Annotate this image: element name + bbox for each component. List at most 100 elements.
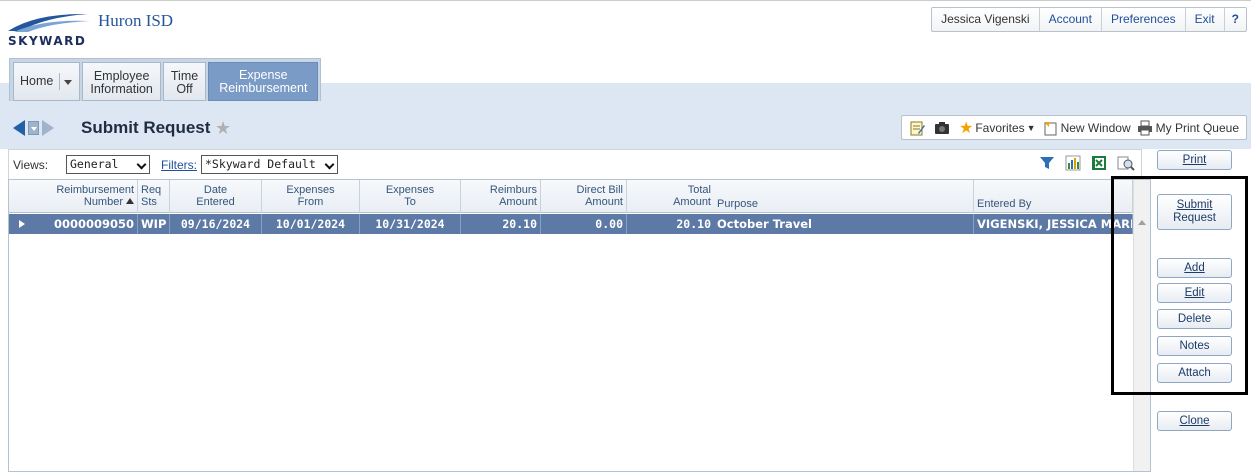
- favorites-star-icon: ★: [958, 119, 974, 137]
- highlight-annotation-box: [1111, 176, 1248, 395]
- column-header-total-amount[interactable]: Total Amount: [627, 180, 714, 213]
- chevron-down-icon: [324, 159, 335, 170]
- cell-entered-by: VIGENSKI, JESSICA MARIE: [974, 214, 1133, 234]
- chevron-down-icon: [136, 159, 147, 170]
- column-header-number[interactable]: Reimbursement Number: [9, 180, 138, 213]
- tab-employee-information-label: Employee Information: [90, 69, 153, 96]
- user-name: Jessica Vigenski: [932, 8, 1040, 31]
- column-header-line: Req: [141, 184, 162, 196]
- cell-reimburs-amount: 20.10: [461, 214, 541, 234]
- new-window-button[interactable]: New Window: [1039, 120, 1134, 136]
- cell-expenses-from: 10/01/2024: [262, 214, 360, 234]
- column-header-entered-by[interactable]: Entered By: [974, 180, 1133, 213]
- column-header-text: Number: [83, 196, 123, 208]
- cell-total-amount: 20.10: [676, 217, 711, 231]
- column-header-line: From: [297, 196, 324, 208]
- clone-button[interactable]: Clone: [1157, 411, 1232, 431]
- column-header-reimburs-amount[interactable]: Reimburs Amount: [461, 180, 541, 213]
- new-window-label: New Window: [1060, 120, 1131, 135]
- column-header-line: Reimbursement: [56, 184, 134, 196]
- cell-direct-bill-amount: 0.00: [541, 214, 627, 234]
- skyward-logo: SKYWARD: [6, 11, 92, 49]
- column-header-direct-bill-amount[interactable]: Direct Bill Amount: [541, 180, 627, 213]
- toolbar: ★ Favorites ▼ New Window My Print Queue: [900, 115, 1247, 140]
- views-select-value: General: [70, 157, 119, 171]
- help-icon[interactable]: ?: [1225, 8, 1246, 31]
- column-header-line: Reimburs: [489, 184, 537, 196]
- favorite-star-icon[interactable]: ★: [215, 119, 231, 137]
- cell-purpose: October Travel: [714, 214, 974, 234]
- column-header-expenses-from[interactable]: Expenses From: [262, 180, 360, 213]
- column-header-line: Total: [687, 184, 711, 196]
- column-header-line: To: [404, 196, 416, 208]
- camera-icon: [934, 121, 949, 134]
- print-queue-button[interactable]: My Print Queue: [1134, 120, 1242, 136]
- column-header-line: Sts: [141, 196, 157, 208]
- print-queue-label: My Print Queue: [1155, 120, 1239, 135]
- cell-status: WIP: [138, 214, 170, 234]
- column-header-line: Amount: [673, 196, 711, 208]
- grid-header: Reimbursement Number Req Sts Date Entere…: [9, 180, 1150, 213]
- print-button-label: Print: [1182, 154, 1207, 166]
- column-header-line: Amount: [585, 196, 623, 208]
- printer-icon: [1137, 120, 1152, 135]
- excel-export-icon[interactable]: [1091, 155, 1107, 171]
- cell-number: 0000009050: [9, 214, 138, 234]
- column-header-line: Expenses: [385, 184, 435, 196]
- tab-employee-information[interactable]: Employee Information: [82, 62, 161, 101]
- tab-home-label: Home: [20, 74, 54, 88]
- chevron-down-icon[interactable]: [59, 73, 73, 90]
- main-tabs: Home Employee Information Time Off Expen…: [9, 58, 322, 101]
- filters-select[interactable]: *Skyward Default: [201, 155, 338, 174]
- tab-home[interactable]: Home: [13, 62, 81, 101]
- clone-button-label: Clone: [1179, 415, 1210, 427]
- column-header-line: Direct Bill: [576, 184, 623, 196]
- column-header-line: Entered: [196, 196, 235, 208]
- grid-tool-icons: [1039, 155, 1135, 171]
- top-menu: Jessica Vigenski Account Preferences Exi…: [931, 7, 1247, 32]
- notepad-icon: [910, 121, 925, 135]
- column-header-line: Date: [203, 184, 228, 196]
- nav-arrows: [13, 120, 54, 136]
- filters-select-value: *Skyward Default: [205, 157, 316, 171]
- column-header-purpose[interactable]: Purpose: [714, 180, 974, 213]
- views-select[interactable]: General: [66, 155, 150, 174]
- table-row[interactable]: 0000009050 WIP 09/16/2024 10/01/2024 10/…: [9, 214, 1150, 234]
- column-header-expenses-to[interactable]: Expenses To: [360, 180, 461, 213]
- header: SKYWARD Huron ISD Jessica Vigenski Accou…: [0, 0, 1251, 56]
- caret-down-icon: ▼: [1026, 122, 1036, 133]
- favorites-menu[interactable]: ★ Favorites ▼: [956, 118, 1039, 138]
- favorites-label: Favorites: [975, 120, 1025, 135]
- print-preview-icon[interactable]: [1117, 155, 1135, 171]
- account-link[interactable]: Account: [1040, 8, 1102, 31]
- district-name: Huron ISD: [98, 11, 174, 30]
- views-label: Views:: [13, 158, 49, 172]
- tab-time-off[interactable]: Time Off: [162, 62, 207, 101]
- back-arrow-icon[interactable]: [13, 120, 25, 136]
- filter-icon[interactable]: [1039, 155, 1055, 171]
- screenshot-button[interactable]: [931, 120, 956, 136]
- cell-date-entered: 09/16/2024: [170, 214, 262, 234]
- tab-expense-reimbursement-label: Expense Reimbursement: [219, 67, 308, 95]
- edit-notes-button[interactable]: [906, 120, 931, 136]
- logo-text: SKYWARD: [8, 34, 87, 48]
- column-header-line: Amount: [499, 196, 537, 208]
- history-dropdown-icon[interactable]: [28, 121, 39, 135]
- preferences-link[interactable]: Preferences: [1102, 8, 1186, 31]
- column-header-date-entered[interactable]: Date Entered: [170, 180, 262, 213]
- forward-arrow-icon[interactable]: [42, 120, 54, 136]
- chart-icon[interactable]: [1065, 155, 1081, 171]
- column-header-line: Number: [12, 196, 134, 208]
- page-title: Submit Request: [81, 118, 211, 137]
- column-header-status[interactable]: Req Sts: [138, 180, 170, 213]
- filters-link[interactable]: Filters:: [161, 158, 197, 172]
- column-header-line: Expenses: [286, 184, 335, 196]
- cell-expenses-to: 10/31/2024: [360, 214, 461, 234]
- tab-expense-reimbursement[interactable]: Expense Reimbursement: [208, 62, 319, 101]
- tab-bar: Home Employee Information Time Off Expen…: [0, 56, 1251, 101]
- views-bar: Views: General Filters: *Skyward Default: [8, 149, 1142, 179]
- print-button[interactable]: Print: [1157, 150, 1232, 170]
- new-window-icon: [1043, 121, 1057, 135]
- exit-link[interactable]: Exit: [1186, 8, 1225, 31]
- title-bar: Submit Request ★ ★ Favorites ▼ New Windo…: [0, 101, 1251, 149]
